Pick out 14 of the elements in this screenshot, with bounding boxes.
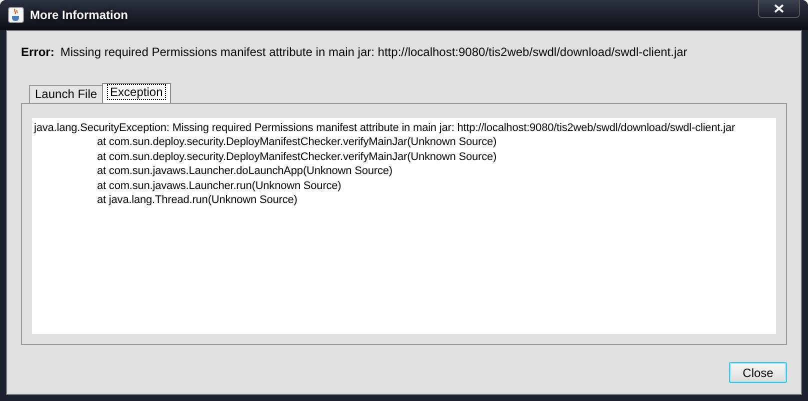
java-cup-icon xyxy=(8,7,24,23)
tab[interactable]: Exception xyxy=(102,83,171,103)
window-title: More Information xyxy=(30,8,129,22)
stack-trace-line: at com.sun.javaws.Launcher.doLaunchApp(Unknown Source) xyxy=(96,164,392,179)
error-message: Missing required Permissions manifest attribute in main jar: http://localhost:9080/tis2web/swdl/download/swdl-client.jar xyxy=(60,45,688,59)
stack-trace-line: at com.sun.javaws.Launcher.run(Unknown Source) xyxy=(96,178,342,194)
close-button[interactable]: Close xyxy=(729,362,787,383)
error-label: Error: xyxy=(21,45,54,59)
tab[interactable]: Launch File xyxy=(29,85,104,103)
stack-trace-line: at java.lang.Thread.run(Unknown Source) xyxy=(96,193,298,208)
stack-trace-line: at com.sun.deploy.security.DeployManifestChecker.verifyMainJar(Unknown Source) xyxy=(96,150,497,164)
close-icon[interactable] xyxy=(758,0,800,18)
stack-trace-line: java.lang.SecurityException: Missing required Permissions manifest attribute in main jar: http://localhost:9080/tis2web/swdl/download/swdl-client.jar xyxy=(34,121,736,136)
stack-trace-line: at com.sun.deploy.security.DeployManifestChecker.verifyMainJar(Unknown Source) xyxy=(96,135,497,150)
